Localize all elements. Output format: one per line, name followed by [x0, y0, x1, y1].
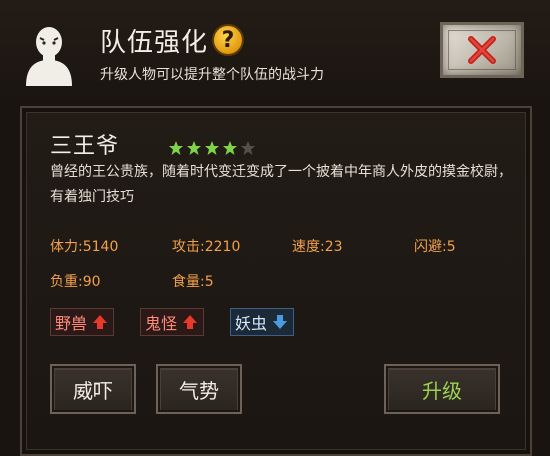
stat-value: 23	[324, 239, 343, 255]
trait-beast: 野兽	[50, 308, 115, 336]
character-silhouette-icon	[26, 27, 72, 86]
stat-speed: 速度:23	[292, 236, 343, 256]
help-icon[interactable]: ?	[212, 24, 244, 56]
trait-label: 妖虫	[235, 314, 268, 333]
page-title: 队伍强化	[100, 28, 209, 58]
arrow-down-icon	[273, 315, 288, 329]
star-empty-icon	[241, 141, 255, 155]
character-panel: 三王爷 曾经的王公贵族，随着时代变迁变成了一个披着中年商人外皮的摸金校尉，有着独…	[20, 106, 532, 456]
trait-ghost: 鬼怪	[140, 308, 205, 336]
intimidate-button[interactable]: 威吓	[50, 364, 136, 414]
stat-value: 5140	[82, 239, 119, 255]
stat-carry: 负重:90	[50, 271, 101, 291]
stat-appetite: 食量:5	[172, 271, 214, 291]
stat-attack: 攻击:2210	[172, 236, 240, 256]
star-filled-icon	[187, 141, 201, 155]
momentum-button[interactable]: 气势	[156, 364, 242, 414]
header-bar: 队伍强化 ? 升级人物可以提升整个队伍的战斗力	[0, 0, 550, 100]
trait-insect: 妖虫	[230, 308, 295, 336]
stat-label: 闪避:	[414, 239, 447, 255]
star-filled-icon	[169, 141, 183, 155]
trait-label: 鬼怪	[145, 314, 178, 333]
stat-evasion: 闪避:5	[414, 236, 456, 256]
stat-label: 负重:	[50, 274, 83, 290]
stat-value: 5	[446, 239, 456, 255]
stat-value: 5	[204, 274, 214, 290]
page-subtitle: 升级人物可以提升整个队伍的战斗力	[100, 67, 324, 83]
stat-stamina: 体力:5140	[50, 236, 118, 256]
stat-value: 90	[82, 274, 101, 290]
stat-label: 食量:	[172, 274, 205, 290]
arrow-up-icon	[183, 315, 198, 329]
stat-label: 速度:	[292, 239, 325, 255]
arrow-up-icon	[93, 315, 108, 329]
stat-label: 攻击:	[172, 239, 205, 255]
stat-label: 体力:	[50, 239, 83, 255]
close-button[interactable]	[440, 22, 524, 78]
star-rating	[168, 140, 256, 156]
upgrade-button[interactable]: 升级	[384, 364, 500, 414]
stat-value: 2210	[204, 239, 241, 255]
star-filled-icon	[223, 141, 237, 155]
trait-label: 野兽	[55, 314, 88, 333]
star-filled-icon	[205, 141, 219, 155]
character-name: 三王爷	[50, 134, 120, 159]
character-description: 曾经的王公贵族，随着时代变迁变成了一个披着中年商人外皮的摸金校尉，有着独门技巧	[50, 164, 512, 205]
close-icon	[468, 36, 496, 64]
